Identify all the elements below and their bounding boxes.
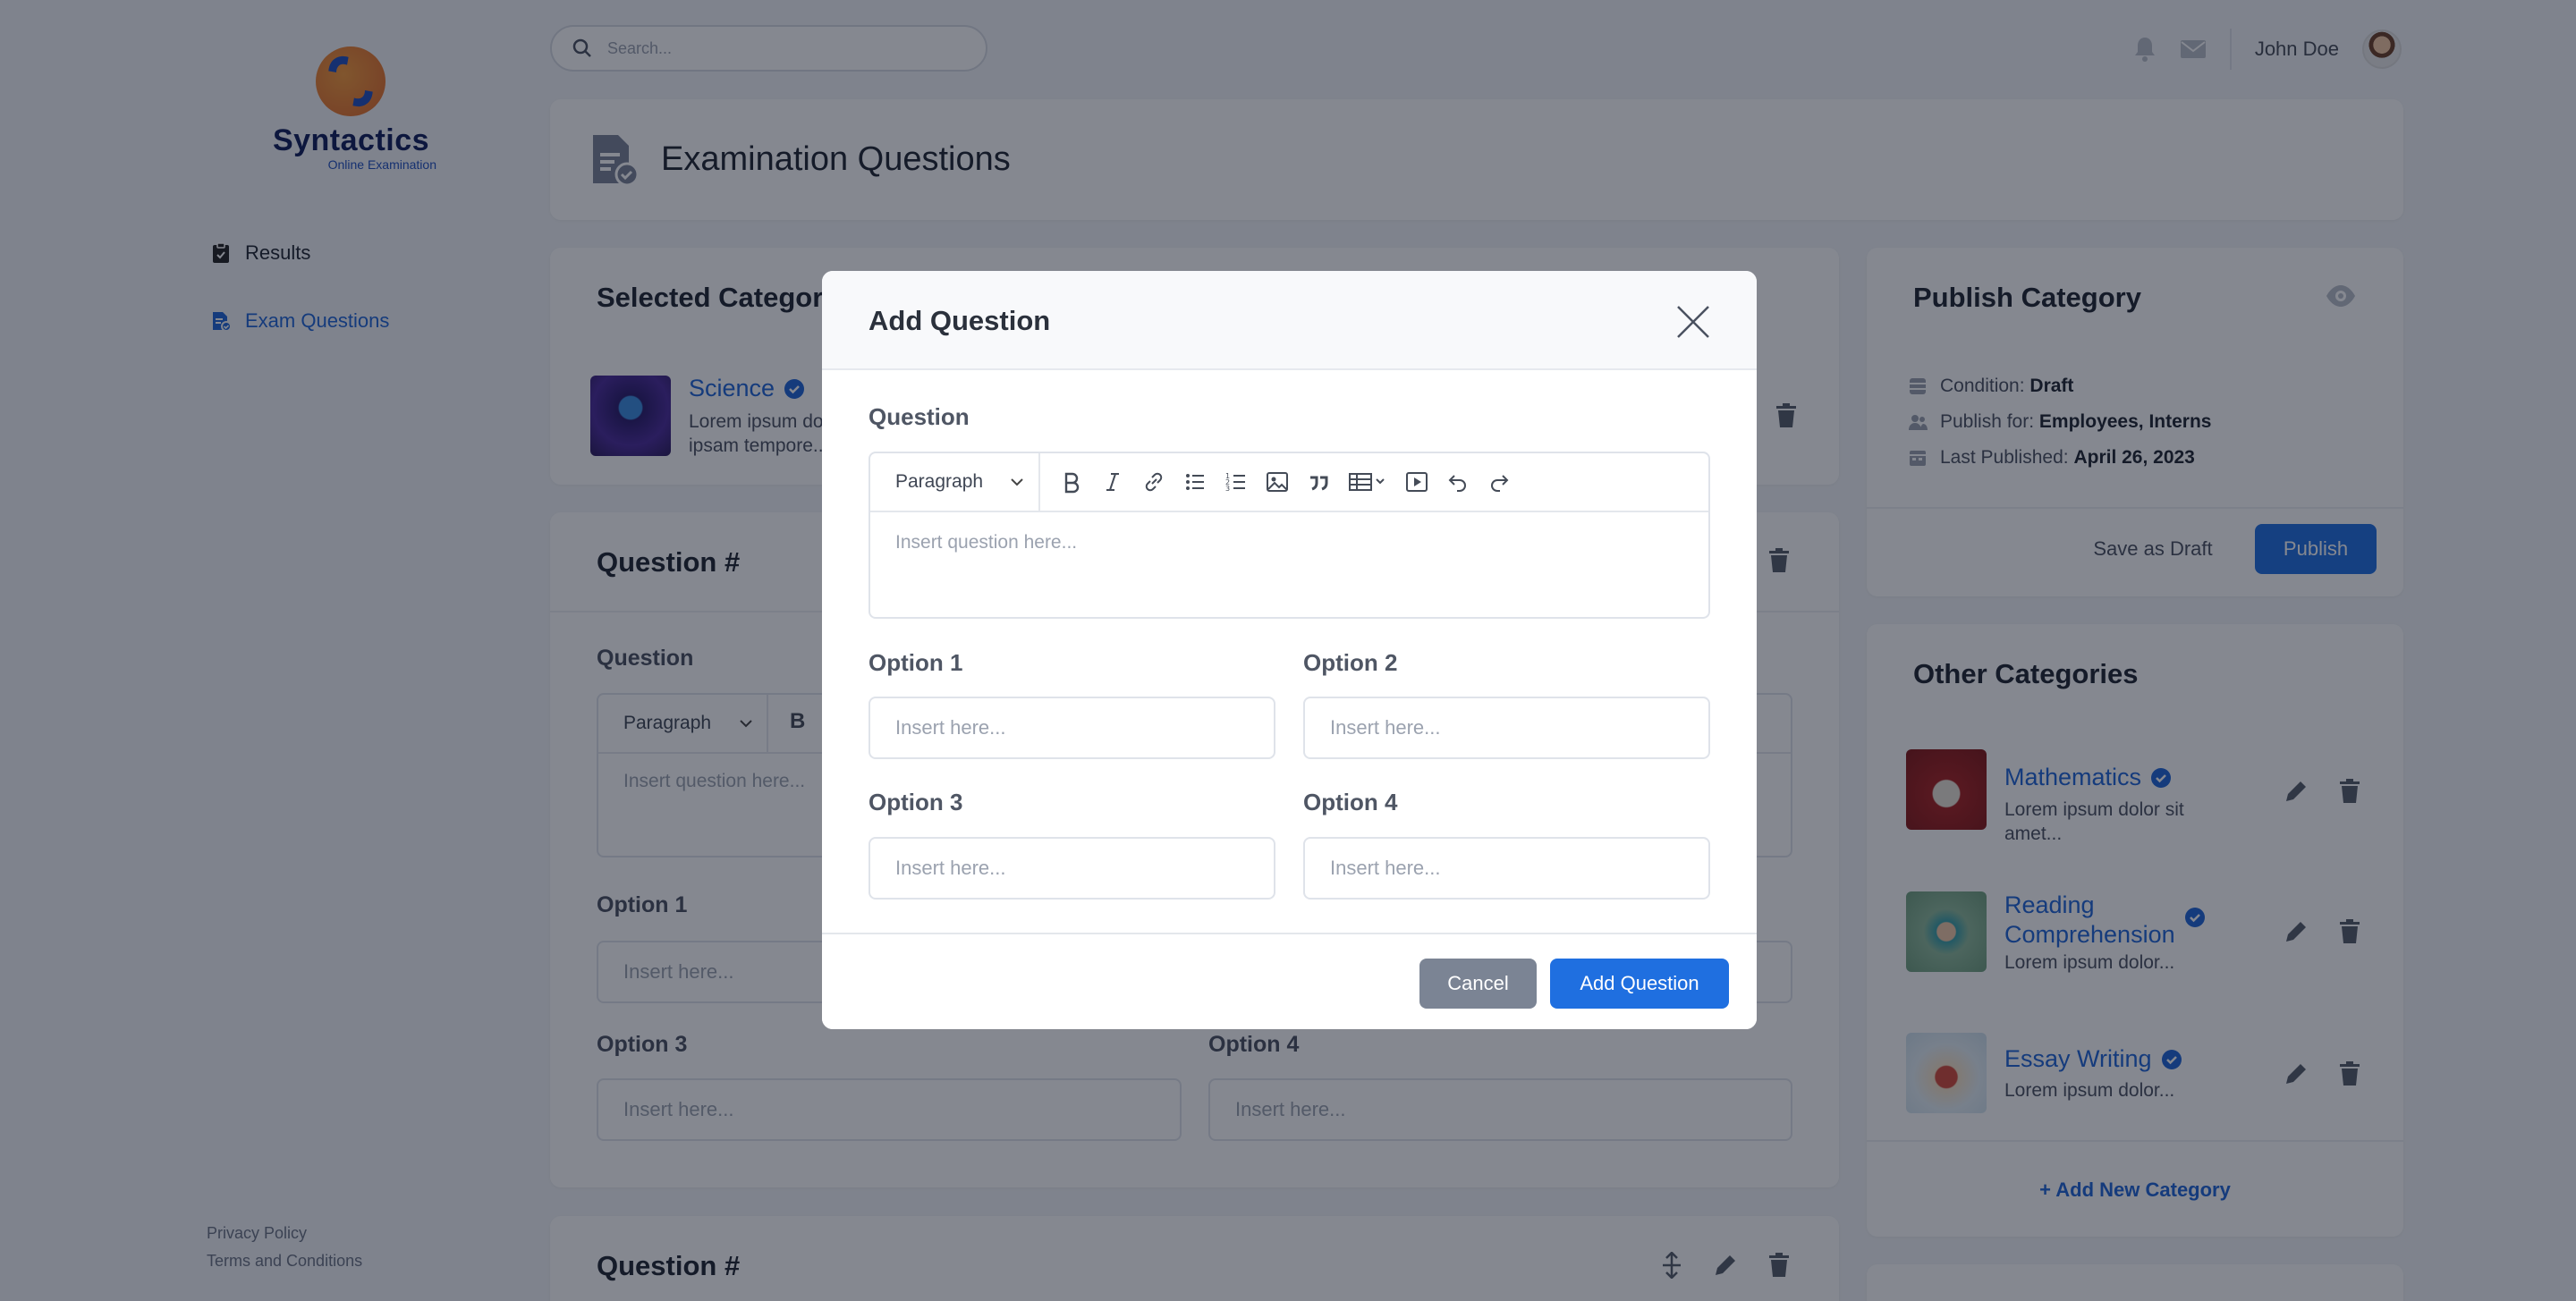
italic-icon[interactable] [1101,470,1124,494]
option3-input[interactable]: Insert here... [869,837,1275,900]
undo-icon[interactable] [1446,470,1470,494]
paragraph-select[interactable]: Paragraph [870,453,1040,511]
table-icon[interactable] [1348,470,1387,494]
quote-icon[interactable] [1307,470,1330,494]
input-placeholder: Insert here... [895,857,1006,879]
option4-input[interactable]: Insert here... [1303,837,1710,900]
question-placeholder: Insert question here... [895,532,1078,553]
input-placeholder: Insert here... [1330,857,1441,879]
modal-title: Add Question [869,305,1051,336]
input-placeholder: Insert here... [895,716,1006,739]
image-icon[interactable] [1266,470,1289,494]
option1-label: Option 1 [869,649,963,676]
input-placeholder: Insert here... [1330,716,1441,739]
svg-text:3: 3 [1225,485,1230,493]
add-question-button[interactable]: Add Question [1550,959,1729,1009]
bullet-list-icon[interactable] [1183,470,1207,494]
bold-icon[interactable] [1060,470,1083,494]
modal-footer: Cancel Add Question [822,933,1757,1029]
option3-label: Option 3 [869,789,963,815]
close-icon[interactable] [1674,303,1712,341]
option4-label: Option 4 [1303,789,1398,815]
chevron-down-icon [1011,478,1023,486]
redo-icon[interactable] [1487,470,1511,494]
paragraph-label: Paragraph [895,471,984,492]
question-label: Question [869,403,970,430]
media-embed-icon[interactable] [1405,470,1428,494]
modal-header: Add Question [822,271,1757,370]
add-question-modal: Add Question Question Paragraph 123 Inse… [822,271,1757,1029]
numbered-list-icon[interactable]: 123 [1224,470,1248,494]
option1-input[interactable]: Insert here... [869,697,1275,759]
option2-input[interactable]: Insert here... [1303,697,1710,759]
cancel-button[interactable]: Cancel [1419,959,1537,1009]
editor-toolbar: Paragraph 123 [870,453,1708,512]
option2-label: Option 2 [1303,649,1398,676]
question-editor[interactable]: Paragraph 123 Insert question here... [869,452,1710,619]
link-icon[interactable] [1142,470,1165,494]
